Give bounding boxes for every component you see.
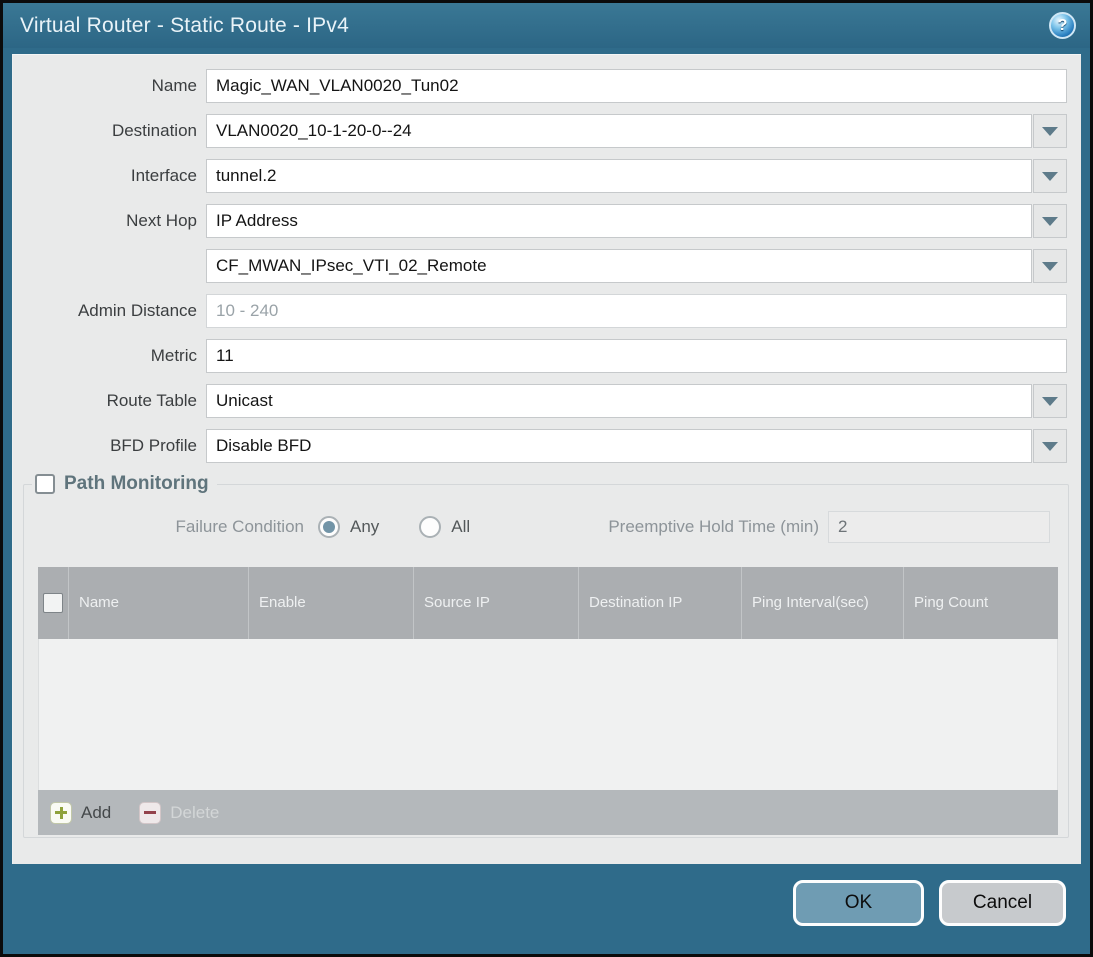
route-form: Name Destination Interface bbox=[13, 55, 1081, 464]
preemptive-hold-group: Preemptive Hold Time (min) bbox=[608, 511, 1050, 543]
chevron-down-icon bbox=[1042, 442, 1058, 451]
dialog-button-bar: OK Cancel bbox=[3, 880, 1066, 926]
preemptive-hold-input[interactable] bbox=[828, 511, 1050, 543]
column-header-destination-ip: Destination IP bbox=[578, 567, 741, 639]
failure-condition-label: Failure Condition bbox=[24, 517, 304, 537]
preemptive-hold-label: Preemptive Hold Time (min) bbox=[608, 517, 828, 537]
table-toolbar: Add Delete bbox=[38, 790, 1058, 835]
bfd-profile-label: BFD Profile bbox=[13, 436, 206, 456]
add-button[interactable]: Add bbox=[50, 802, 111, 824]
titlebar: Virtual Router - Static Route - IPv4 ? bbox=[3, 3, 1090, 48]
column-header-source-ip: Source IP bbox=[413, 567, 578, 639]
chevron-down-icon bbox=[1042, 127, 1058, 136]
route-table-label: Route Table bbox=[13, 391, 206, 411]
failure-condition-any-radio[interactable] bbox=[318, 516, 340, 538]
chevron-down-icon bbox=[1042, 217, 1058, 226]
add-button-label: Add bbox=[81, 803, 111, 823]
interface-dropdown-trigger[interactable] bbox=[1033, 159, 1067, 193]
column-header-ping-count: Ping Count bbox=[903, 567, 1058, 639]
path-monitoring-table: Name Enable Source IP Destination IP Pin… bbox=[38, 567, 1058, 835]
column-header-enable: Enable bbox=[248, 567, 413, 639]
next-hop-label: Next Hop bbox=[13, 211, 206, 231]
table-body-empty bbox=[38, 639, 1058, 790]
form-row-next-hop-address bbox=[13, 248, 1081, 284]
form-row-interface: Interface bbox=[13, 158, 1081, 194]
form-row-next-hop: Next Hop bbox=[13, 203, 1081, 239]
delete-button: Delete bbox=[139, 802, 219, 824]
help-icon[interactable]: ? bbox=[1049, 12, 1076, 39]
select-all-checkbox[interactable] bbox=[43, 593, 63, 613]
failure-condition-row: Failure Condition Any All Preemptive Hol… bbox=[24, 509, 1068, 545]
interface-label: Interface bbox=[13, 166, 206, 186]
chevron-down-icon bbox=[1042, 262, 1058, 271]
path-monitoring-legend: Path Monitoring bbox=[32, 473, 217, 495]
minus-icon bbox=[139, 802, 161, 824]
name-input[interactable] bbox=[206, 69, 1067, 103]
next-hop-type-input[interactable] bbox=[206, 204, 1032, 238]
form-row-bfd-profile: BFD Profile bbox=[13, 428, 1081, 464]
path-monitoring-section: Path Monitoring Failure Condition Any Al… bbox=[23, 473, 1069, 838]
table-header-checkbox-cell bbox=[38, 567, 68, 639]
next-hop-address-dropdown-trigger[interactable] bbox=[1033, 249, 1067, 283]
admin-distance-label: Admin Distance bbox=[13, 301, 206, 321]
column-header-ping-interval: Ping Interval(sec) bbox=[741, 567, 903, 639]
column-header-name: Name bbox=[68, 567, 248, 639]
cancel-button[interactable]: Cancel bbox=[939, 880, 1066, 926]
next-hop-type-dropdown-trigger[interactable] bbox=[1033, 204, 1067, 238]
content-panel: Name Destination Interface bbox=[12, 54, 1081, 864]
metric-label: Metric bbox=[13, 346, 206, 366]
route-table-input[interactable] bbox=[206, 384, 1032, 418]
bfd-profile-dropdown-trigger[interactable] bbox=[1033, 429, 1067, 463]
failure-condition-any-label: Any bbox=[350, 517, 379, 537]
destination-label: Destination bbox=[13, 121, 206, 141]
form-row-route-table: Route Table bbox=[13, 383, 1081, 419]
form-row-metric: Metric bbox=[13, 338, 1081, 374]
form-row-destination: Destination bbox=[13, 113, 1081, 149]
destination-dropdown-trigger[interactable] bbox=[1033, 114, 1067, 148]
plus-icon bbox=[50, 802, 72, 824]
ok-button[interactable]: OK bbox=[793, 880, 924, 926]
chevron-down-icon bbox=[1042, 397, 1058, 406]
route-table-dropdown-trigger[interactable] bbox=[1033, 384, 1067, 418]
failure-condition-all-radio[interactable] bbox=[419, 516, 441, 538]
admin-distance-input[interactable] bbox=[206, 294, 1067, 328]
metric-input[interactable] bbox=[206, 339, 1067, 373]
path-monitoring-checkbox[interactable] bbox=[35, 474, 55, 494]
destination-input[interactable] bbox=[206, 114, 1032, 148]
name-label: Name bbox=[13, 76, 206, 96]
form-row-name: Name bbox=[13, 68, 1081, 104]
form-row-admin-distance: Admin Distance bbox=[13, 293, 1081, 329]
bfd-profile-input[interactable] bbox=[206, 429, 1032, 463]
next-hop-address-input[interactable] bbox=[206, 249, 1032, 283]
static-route-dialog: Virtual Router - Static Route - IPv4 ? N… bbox=[0, 0, 1093, 957]
interface-input[interactable] bbox=[206, 159, 1032, 193]
failure-condition-all-label: All bbox=[451, 517, 470, 537]
chevron-down-icon bbox=[1042, 172, 1058, 181]
path-monitoring-title: Path Monitoring bbox=[64, 473, 209, 495]
table-header-row: Name Enable Source IP Destination IP Pin… bbox=[38, 567, 1058, 639]
delete-button-label: Delete bbox=[170, 803, 219, 823]
dialog-title: Virtual Router - Static Route - IPv4 bbox=[20, 14, 349, 38]
